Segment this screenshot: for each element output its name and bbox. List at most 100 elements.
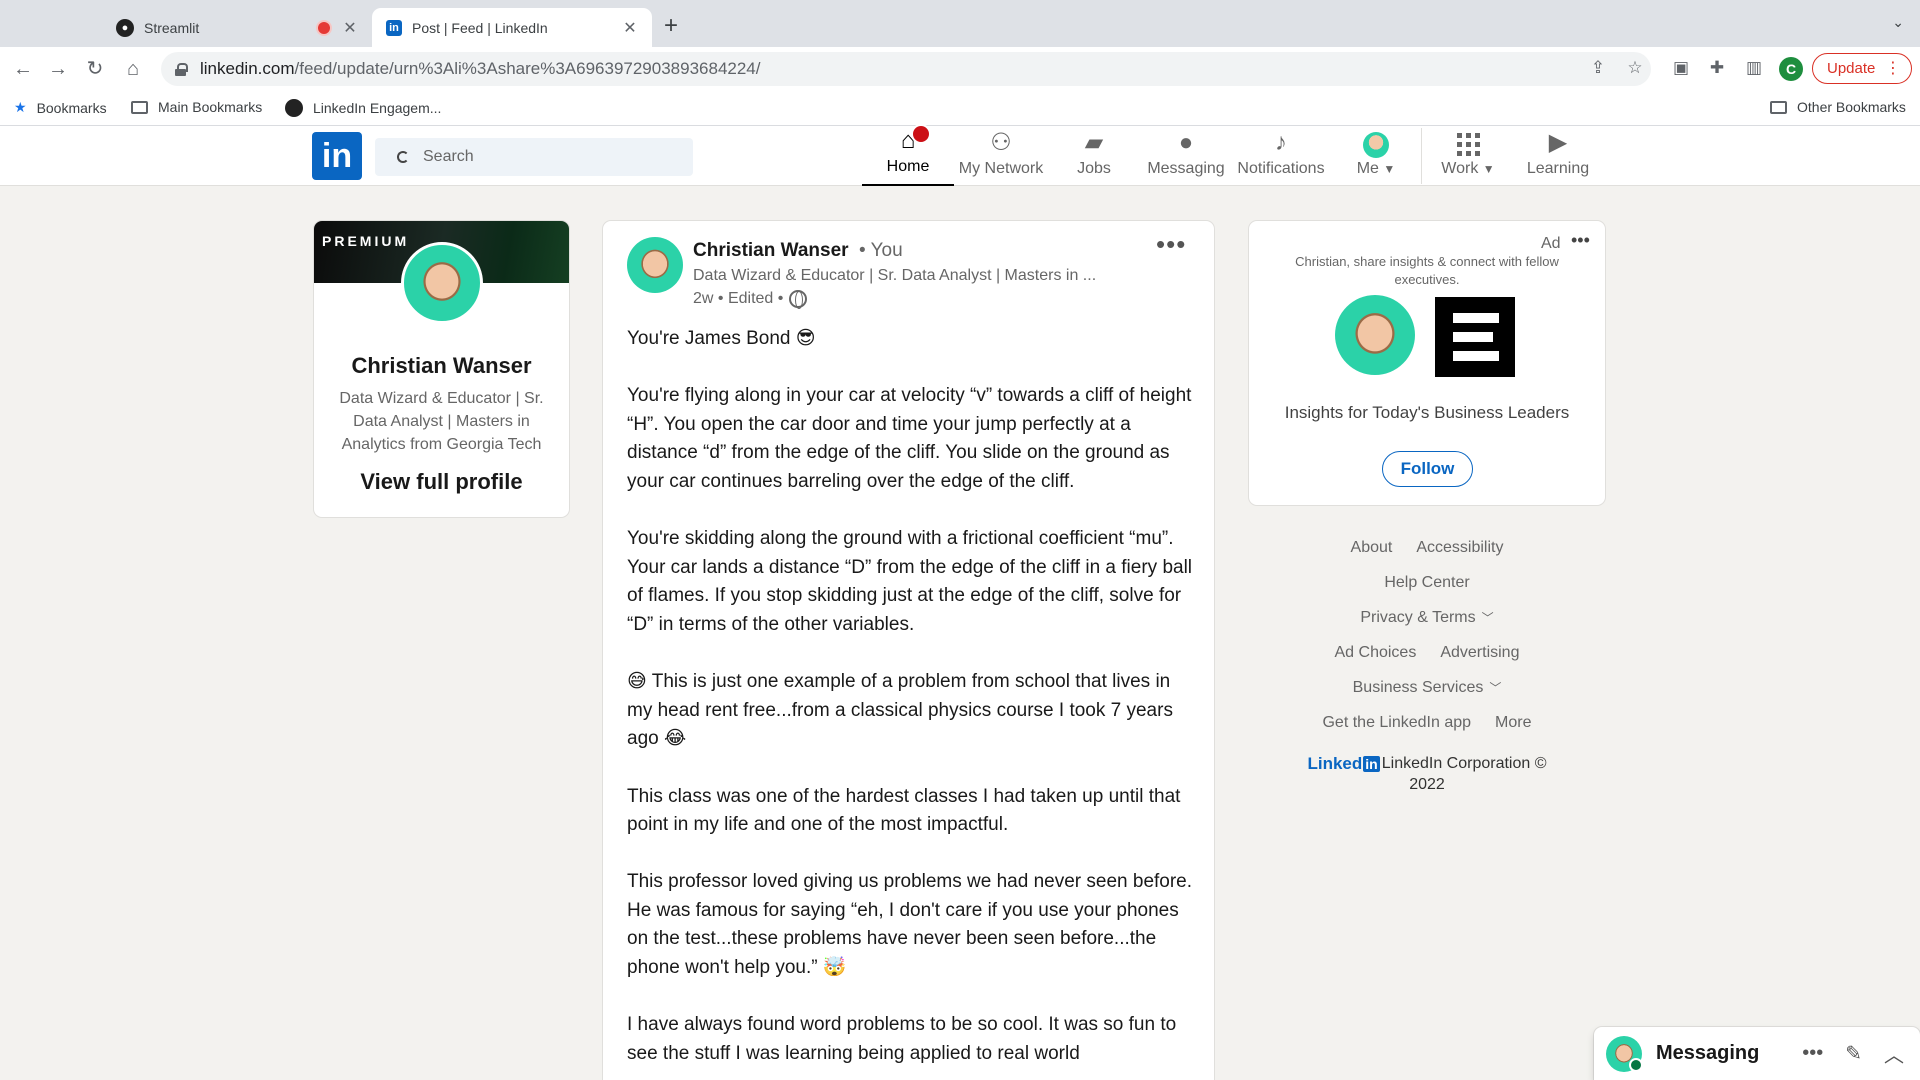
nav-me[interactable]: Me ▼ — [1348, 126, 1404, 186]
ad-text: Christian, share insights & connect with… — [1295, 254, 1559, 287]
nav-notifications[interactable]: ♪ Notifications — [1230, 126, 1332, 186]
bookmark-main-bookmarks[interactable]: Main Bookmarks — [131, 99, 262, 115]
site-logo-icon — [285, 99, 303, 117]
profile-headline: Data Wizard & Educator | Sr. Data Analys… — [339, 390, 544, 453]
advertiser-logo-icon[interactable] — [1435, 297, 1515, 377]
address-bar[interactable]: linkedin.com/feed/update/urn%3Ali%3Ashar… — [161, 52, 1651, 86]
profile-card: PREMIUM Christian Wanser Data Wizard & E… — [314, 221, 569, 517]
linkedin-wordmark-logo: Linked in — [1307, 754, 1380, 773]
footer-link-advertising[interactable]: Advertising — [1440, 635, 1519, 670]
avatar — [1606, 1035, 1643, 1072]
copyright-text: LinkedIn Corporation © — [1381, 755, 1547, 772]
messaging-overlay[interactable]: Messaging ••• ✎ ︿ — [1594, 1027, 1920, 1080]
post-paragraph: You're skidding along the ground with a … — [627, 528, 1193, 635]
bookmarks-bar: ★ Bookmarks Main Bookmarks LinkedIn Enga… — [0, 90, 1920, 126]
tab-streamlit[interactable]: ● Streamlit ✕ — [102, 8, 372, 47]
nav-learning[interactable]: ▶ Learning — [1520, 126, 1596, 186]
premium-label: PREMIUM — [322, 233, 410, 249]
extensions-puzzle-icon[interactable]: ✚ — [1706, 57, 1728, 79]
post-meta: 2w • Edited • — [693, 290, 808, 309]
share-icon[interactable]: ⇪ — [1587, 57, 1609, 79]
home-icon[interactable]: ⌂ — [120, 56, 146, 82]
compose-icon[interactable]: ✎ — [1845, 1041, 1862, 1066]
side-panel-icon[interactable]: ▥ — [1743, 57, 1765, 79]
search-placeholder: Search — [423, 148, 474, 165]
close-tab-icon[interactable]: ✕ — [622, 18, 638, 38]
post-paragraph: You're James Bond 😎 — [627, 328, 816, 349]
forward-icon[interactable]: → — [45, 56, 71, 82]
ad-card: Ad ••• Christian, share insights & conne… — [1249, 221, 1605, 505]
bookmark-other-bookmarks[interactable]: Other Bookmarks — [1770, 99, 1906, 115]
footer-link-business-services[interactable]: Business Services ﹀ — [1353, 670, 1502, 705]
star-icon: ★ — [14, 99, 27, 115]
apps-grid-icon — [1456, 133, 1480, 156]
extension-cast-icon[interactable]: ▣ — [1670, 57, 1692, 79]
linkedin-logo[interactable]: in — [312, 132, 362, 180]
nav-label: Work ▼ — [1441, 160, 1495, 177]
footer-link-ad-choices[interactable]: Ad Choices — [1335, 635, 1417, 670]
update-button[interactable]: Update ⋮ — [1812, 53, 1912, 84]
nav-my-network[interactable]: ⚇ My Network — [954, 126, 1048, 186]
avatar[interactable] — [401, 242, 483, 324]
post-more-icon[interactable]: ••• — [1156, 229, 1186, 260]
nav-label: My Network — [958, 160, 1044, 177]
video-play-icon: ▶ — [1548, 129, 1568, 156]
nav-jobs[interactable]: ▰ Jobs — [1068, 126, 1120, 186]
url-domain: linkedin.com — [200, 59, 295, 78]
nav-messaging[interactable]: ● Messaging — [1142, 126, 1230, 186]
lock-icon — [175, 62, 188, 76]
nav-work[interactable]: Work ▼ — [1434, 126, 1502, 186]
folder-icon — [1770, 100, 1787, 114]
footer-link-about[interactable]: About — [1351, 530, 1393, 565]
ad-more-icon[interactable]: ••• — [1571, 230, 1590, 251]
more-icon[interactable]: ••• — [1802, 1042, 1823, 1065]
update-label: Update — [1827, 60, 1876, 77]
messaging-title[interactable]: Messaging — [1656, 1042, 1802, 1065]
footer-link-accessibility[interactable]: Accessibility — [1416, 530, 1503, 565]
caret-down-icon: ▼ — [1482, 162, 1495, 176]
nav-divider — [1421, 128, 1422, 184]
new-tab-icon[interactable]: + — [664, 14, 678, 38]
avatar[interactable] — [627, 237, 683, 293]
bookmark-label: Main Bookmarks — [158, 99, 263, 115]
copyright-year: 2022 — [1409, 776, 1445, 793]
bookmark-bookmarks[interactable]: ★ Bookmarks — [14, 99, 107, 116]
linkedin-navbar: in Search ⌂ Home ⚇ My Network ▰ Jobs ● M… — [0, 124, 1920, 186]
post-author-headline: Data Wizard & Educator | Sr. Data Analys… — [693, 267, 1097, 284]
post-author-name[interactable]: Christian Wanser — [693, 240, 849, 262]
post-card: Christian Wanser • You Data Wizard & Edu… — [603, 221, 1214, 1080]
browser-toolbar: ← → ↻ ⌂ linkedin.com/feed/update/urn%3Al… — [0, 47, 1920, 90]
browser-tabstrip: ● Streamlit ✕ in Post | Feed | LinkedIn … — [0, 0, 1920, 47]
search-input[interactable]: Search — [375, 138, 693, 176]
chevron-down-icon: ﹀ — [1481, 611, 1494, 625]
notification-badge — [911, 124, 932, 144]
nav-label: Messaging — [1147, 160, 1225, 177]
post-author-tag: • You — [859, 240, 903, 261]
post-paragraph: This professor loved giving us problems … — [627, 871, 1193, 979]
chevron-up-icon[interactable]: ︿ — [1884, 1039, 1904, 1068]
globe-icon — [789, 290, 808, 309]
nav-label: Notifications — [1237, 160, 1325, 177]
reload-icon[interactable]: ↻ — [82, 56, 108, 82]
view-full-profile-link[interactable]: View full profile — [314, 469, 569, 495]
close-tab-icon[interactable]: ✕ — [342, 18, 358, 38]
footer-link-privacy-terms[interactable]: Privacy & Terms ﹀ — [1360, 600, 1493, 635]
post-meta-text: 2w • Edited • — [693, 290, 784, 307]
footer-link-help-center[interactable]: Help Center — [1384, 565, 1469, 600]
bookmark-linkedin-engagement[interactable]: LinkedIn Engagem... — [285, 99, 441, 117]
copyright: Linked in LinkedIn Corporation © — [1249, 754, 1605, 774]
footer-link-more[interactable]: More — [1495, 705, 1531, 740]
tab-search-chevron-icon[interactable]: ⌄ — [1892, 14, 1904, 31]
nav-home[interactable]: ⌂ Home — [862, 124, 954, 186]
post-paragraph: This class was one of the hardest classe… — [627, 785, 1181, 836]
caret-down-icon: ▼ — [1383, 162, 1396, 176]
star-icon[interactable]: ☆ — [1624, 57, 1646, 79]
follow-button[interactable]: Follow — [1382, 451, 1473, 487]
people-icon: ⚇ — [990, 129, 1012, 156]
browser-profile-avatar[interactable]: C — [1779, 57, 1803, 81]
footer-link-get-app[interactable]: Get the LinkedIn app — [1322, 705, 1471, 740]
profile-name[interactable]: Christian Wanser — [314, 353, 569, 379]
tab-linkedin[interactable]: in Post | Feed | LinkedIn ✕ — [372, 8, 652, 47]
back-icon[interactable]: ← — [10, 56, 36, 82]
avatar — [1335, 295, 1415, 375]
